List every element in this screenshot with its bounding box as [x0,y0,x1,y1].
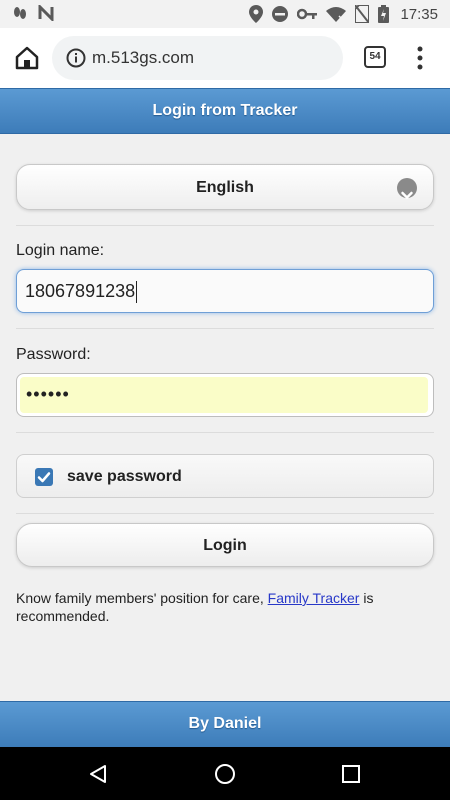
save-password-checkbox[interactable] [35,468,53,486]
clock: 17:35 [400,5,438,23]
login-name-value: 18067891238 [25,281,136,301]
url-text: m.513gs.com [92,48,195,67]
login-button[interactable]: Login [16,523,434,567]
overflow-menu-icon[interactable] [410,44,430,72]
chevron-down-icon [397,178,417,200]
footprints-icon [12,5,28,21]
browser-toolbar: m.513gs.com 54 [0,28,450,88]
recommendation-text: Know family members' position for care, … [16,589,436,625]
note-text-before: Know family members' position for care, [16,590,268,606]
save-password-toggle[interactable]: save password [16,454,434,498]
back-icon[interactable] [88,764,108,789]
save-password-label: save password [67,468,182,485]
divider [16,225,434,226]
n-icon [38,5,54,21]
home-nav-icon[interactable] [214,763,236,790]
divider [16,432,434,433]
home-icon[interactable] [14,45,40,71]
tab-switcher-button[interactable]: 54 [364,46,386,68]
password-input[interactable]: •••••• [16,373,434,417]
page-footer: By Daniel [0,701,450,747]
system-nav-bar [0,747,450,800]
address-bar[interactable]: m.513gs.com [52,36,343,80]
language-select[interactable]: English [16,164,434,210]
divider [16,513,434,514]
page-title: Login from Tracker [0,88,450,134]
login-form: English Login name: 18067891238 Password… [0,134,450,701]
status-bar: 17:35 [0,0,450,28]
text-cursor [136,281,138,304]
info-icon[interactable] [66,48,86,68]
language-selected-value: English [196,179,254,196]
family-tracker-link[interactable]: Family Tracker [268,590,360,606]
battery-charging-icon [378,5,390,23]
dnd-icon [272,6,289,22]
login-name-label: Login name: [16,242,105,259]
login-name-input[interactable]: 18067891238 [16,269,434,313]
divider [16,328,434,329]
wifi-icon [326,6,347,22]
password-label: Password: [16,346,91,363]
key-icon [297,8,318,20]
recents-icon[interactable] [342,765,360,788]
password-masked-value: •••••• [20,377,428,413]
location-icon [249,5,264,23]
no-sim-icon [355,5,370,23]
